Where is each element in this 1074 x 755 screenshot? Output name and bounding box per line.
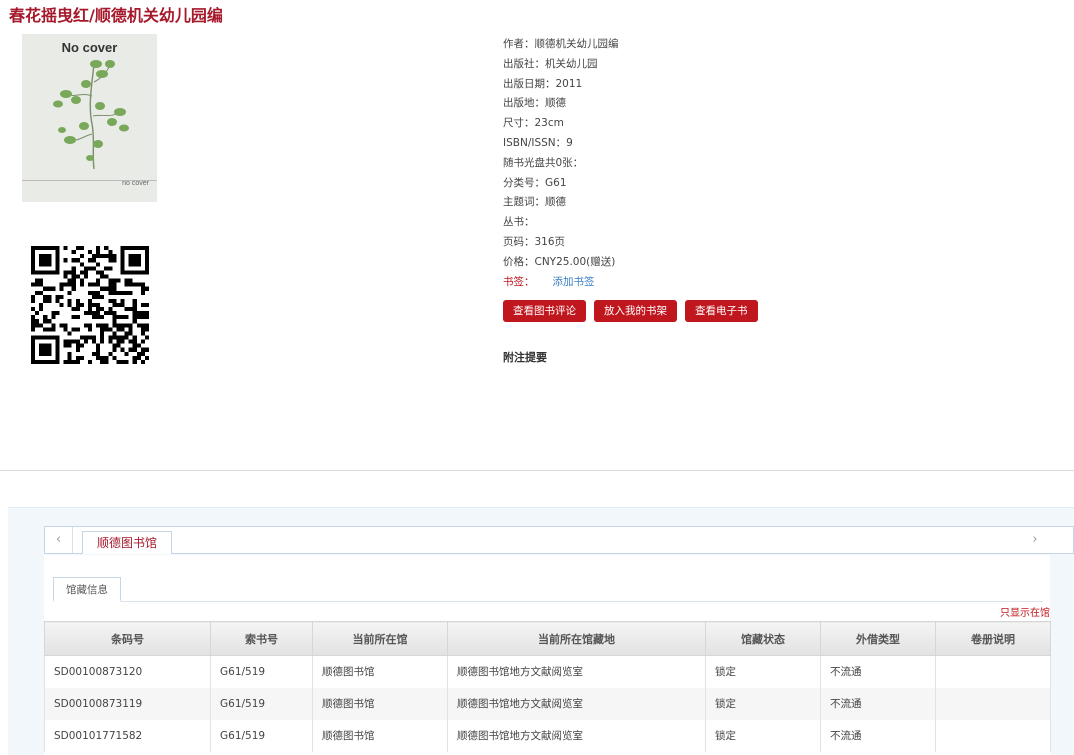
- tab-holdings-info[interactable]: 馆藏信息: [53, 577, 121, 602]
- col-status[interactable]: 馆藏状态: [705, 621, 821, 656]
- col-library[interactable]: 当前所在馆: [312, 621, 448, 656]
- cell-location: 顺德图书馆地方文献阅览室: [447, 655, 706, 688]
- col-location[interactable]: 当前所在馆藏地: [447, 621, 706, 656]
- cell-barcode: SD00100873120: [44, 655, 211, 688]
- view-ebook-button[interactable]: 查看电子书: [685, 300, 758, 322]
- tab-shunde-library[interactable]: 顺德图书馆: [82, 531, 173, 554]
- only-in-library-link[interactable]: 只显示在馆: [1000, 604, 1050, 619]
- meta-pub-date: 出版日期：2011: [503, 77, 583, 90]
- meta-series: 丛书：: [503, 216, 535, 229]
- meta-price: 价格：CNY25.00(赠送): [503, 255, 616, 268]
- col-call-number[interactable]: 索书号: [210, 621, 313, 656]
- meta-pages: 页码：316页: [503, 235, 566, 248]
- book-title: 春花摇曳红/顺德机关幼儿园编: [9, 6, 223, 25]
- bookmark-label: 书签：: [503, 275, 535, 288]
- cell-library: 顺德图书馆: [312, 687, 448, 720]
- cover-text-bottom: no cover: [122, 180, 149, 187]
- book-cover: No cover no cover: [22, 34, 157, 202]
- cell-status: 锁定: [705, 687, 821, 720]
- meta-isbn: ISBN/ISSN：9: [503, 136, 573, 149]
- table-row: SD00100873119 G61/519 顺德图书馆 顺德图书馆地方文献阅览室…: [44, 687, 1051, 720]
- meta-publisher: 出版社：机关幼儿园: [503, 57, 598, 70]
- library-tab-bar: ‹ 顺德图书馆 ›: [44, 526, 1074, 554]
- col-volume-note[interactable]: 卷册说明: [935, 621, 1051, 656]
- cell-library: 顺德图书馆: [312, 719, 448, 752]
- cell-loan-type: 不流通: [820, 687, 936, 720]
- cell-barcode: SD00100873119: [44, 687, 211, 720]
- col-loan-type[interactable]: 外借类型: [820, 621, 936, 656]
- action-buttons: 查看图书评论 放入我的书架 查看电子书: [503, 300, 758, 322]
- cell-location: 顺德图书馆地方文献阅览室: [447, 719, 706, 752]
- chevron-right-icon[interactable]: ›: [1025, 527, 1045, 553]
- table-row: SD00101771582 G61/519 顺德图书馆 顺德图书馆地方文献阅览室…: [44, 719, 1051, 752]
- cell-volume-note: [935, 655, 1051, 688]
- meta-class-no: 分类号：G61: [503, 176, 567, 189]
- cell-status: 锁定: [705, 719, 821, 752]
- cell-call-number: G61/519: [210, 719, 313, 752]
- cell-call-number: G61/519: [210, 655, 313, 688]
- view-reviews-button[interactable]: 查看图书评论: [503, 300, 586, 322]
- meta-pub-place: 出版地：顺德: [503, 97, 566, 110]
- chevron-left-icon[interactable]: ‹: [45, 527, 73, 553]
- holdings-content: 馆藏信息 只显示在馆 条码号 索书号 当前所在馆 当前所在馆藏地 馆藏状态 外借…: [44, 555, 1051, 755]
- subtab-divider: [53, 601, 1043, 602]
- cell-location: 顺德图书馆地方文献阅览室: [447, 687, 706, 720]
- notes-heading: 附注提要: [503, 351, 547, 364]
- section-divider: [0, 470, 1074, 471]
- qr-code-icon: [31, 246, 149, 364]
- cell-library: 顺德图书馆: [312, 655, 448, 688]
- cell-status: 锁定: [705, 655, 821, 688]
- holdings-table: 条码号 索书号 当前所在馆 当前所在馆藏地 馆藏状态 外借类型 卷册说明 SD0…: [44, 621, 1051, 752]
- cell-loan-type: 不流通: [820, 655, 936, 688]
- meta-size: 尺寸：23cm: [503, 117, 564, 130]
- table-row: SD00100873120 G61/519 顺德图书馆 顺德图书馆地方文献阅览室…: [44, 655, 1051, 688]
- meta-author: 作者：顺德机关幼儿园编: [503, 38, 619, 50]
- add-to-shelf-button[interactable]: 放入我的书架: [594, 300, 677, 322]
- meta-disc: 随书光盘共0张：: [503, 156, 584, 169]
- plant-illustration-icon: [53, 60, 129, 170]
- col-barcode[interactable]: 条码号: [44, 621, 211, 656]
- book-metadata: 作者：顺德机关幼儿园编 出版社：机关幼儿园 出版日期：2011 出版地：顺德 尺…: [503, 35, 1063, 292]
- cell-barcode: SD00101771582: [44, 719, 211, 752]
- cell-call-number: G61/519: [210, 687, 313, 720]
- table-header-row: 条码号 索书号 当前所在馆 当前所在馆藏地 馆藏状态 外借类型 卷册说明: [44, 621, 1051, 656]
- cell-volume-note: [935, 687, 1051, 720]
- add-bookmark-link[interactable]: 添加书签: [553, 276, 595, 288]
- cell-volume-note: [935, 719, 1051, 752]
- cell-loan-type: 不流通: [820, 719, 936, 752]
- meta-bookmark: 书签： 添加书签: [503, 273, 1063, 293]
- meta-subject: 主题词：顺德: [503, 196, 566, 209]
